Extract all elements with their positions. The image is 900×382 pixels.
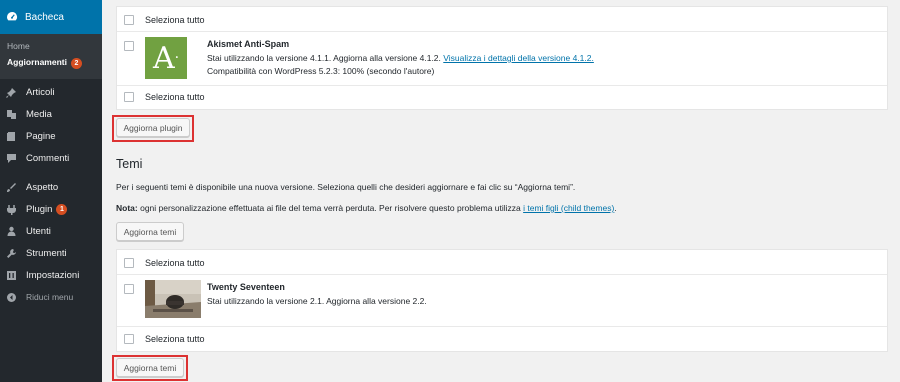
- users-icon: [6, 226, 17, 237]
- note-text: ogni personalizzazione effettuata ai fil…: [137, 203, 524, 213]
- theme-screenshot-thumbnail: [145, 280, 201, 318]
- themes-heading: Temi: [116, 157, 143, 171]
- sidebar-item-label: Articoli: [26, 86, 55, 98]
- note-end: .: [614, 203, 617, 213]
- table-footer-row: Seleziona tutto: [117, 86, 887, 109]
- theme-name: Twenty Seventeen: [207, 282, 285, 292]
- update-themes-button-top[interactable]: Aggiorna temi: [116, 222, 184, 241]
- highlight-box: [112, 115, 194, 142]
- sidebar-item-media[interactable]: Media: [0, 104, 102, 124]
- select-all-label: Seleziona tutto: [145, 258, 205, 268]
- plugin-icon: [6, 204, 17, 215]
- select-all-plugins-checkbox[interactable]: [124, 15, 134, 25]
- plugin-count-badge: 1: [56, 203, 68, 215]
- plugin-compat: Compatibilità con WordPress 5.2.3: 100% …: [207, 66, 435, 76]
- updates-count-badge: 2: [70, 58, 82, 69]
- dashboard-icon: [6, 11, 18, 23]
- sidebar-item-articoli[interactable]: Articoli: [0, 82, 102, 102]
- highlight-box: [112, 355, 188, 381]
- sidebar-item-aspetto[interactable]: Aspetto: [0, 177, 102, 197]
- table-header-row: Seleziona tutto: [117, 7, 887, 32]
- plugin-details-link[interactable]: Visualizza i dettagli della versione 4.1…: [443, 53, 594, 63]
- select-all-themes-checkbox-bottom[interactable]: [124, 334, 134, 344]
- sidebar-item-label: Utenti: [26, 225, 51, 237]
- pin-icon: [6, 87, 17, 98]
- plugin-name: Akismet Anti-Spam: [207, 39, 290, 49]
- select-all-label: Seleziona tutto: [145, 334, 205, 344]
- submenu-home[interactable]: Home: [0, 38, 102, 54]
- comments-icon: [6, 153, 17, 164]
- sidebar-item-label: Media: [26, 108, 52, 120]
- sidebar-item-plugin[interactable]: Plugin 1: [0, 199, 102, 219]
- select-all-themes-checkbox[interactable]: [124, 258, 134, 268]
- tools-icon: [6, 248, 17, 259]
- akismet-logo-icon: A ·: [145, 37, 187, 79]
- theme-version-text: Stai utilizzando la versione 2.1. Aggior…: [207, 296, 427, 306]
- sidebar-item-label: Impostazioni: [26, 269, 80, 281]
- theme-checkbox[interactable]: [124, 284, 134, 294]
- sidebar-item-label: Bacheca: [25, 11, 64, 23]
- settings-icon: [6, 270, 17, 281]
- sidebar-item-impostazioni[interactable]: Impostazioni: [0, 265, 102, 285]
- collapse-label: Riduci menu: [26, 292, 74, 302]
- themes-intro: Per i seguenti temi è disponibile una nu…: [116, 182, 576, 192]
- sidebar-item-label: Plugin: [26, 203, 53, 215]
- select-all-plugins-checkbox-bottom[interactable]: [124, 92, 134, 102]
- pages-icon: [6, 131, 17, 142]
- plugin-row-akismet: A · Akismet Anti-Spam Stai utilizzando la…: [117, 32, 887, 86]
- sidebar-item-pagine[interactable]: Pagine: [0, 126, 102, 146]
- table-footer-row: Seleziona tutto: [117, 327, 887, 351]
- sidebar-item-commenti[interactable]: Commenti: [0, 148, 102, 168]
- sidebar-item-utenti[interactable]: Utenti: [0, 221, 102, 241]
- sidebar-item-label: Commenti: [26, 152, 70, 164]
- table-header-row: Seleziona tutto: [117, 250, 887, 275]
- theme-row-twentyseventeen: Twenty Seventeen Stai utilizzando la ver…: [117, 275, 887, 327]
- submenu-updates[interactable]: Aggiornamenti 2: [0, 54, 102, 72]
- themes-note: Nota: ogni personalizzazione effettuata …: [116, 203, 617, 213]
- child-themes-link[interactable]: i temi figli (child themes): [523, 203, 614, 213]
- sidebar-item-label: Aspetto: [26, 181, 59, 193]
- dashboard-submenu: Home Aggiornamenti 2: [0, 34, 102, 79]
- themes-update-table: Seleziona tutto Twenty Seventeen Stai ut…: [116, 249, 888, 352]
- appearance-icon: [6, 182, 17, 193]
- plugin-checkbox[interactable]: [124, 41, 134, 51]
- sidebar-item-strumenti[interactable]: Strumenti: [0, 243, 102, 263]
- select-all-label: Seleziona tutto: [145, 92, 205, 102]
- sidebar-item-label: Strumenti: [26, 247, 67, 259]
- sidebar-item-label: Pagine: [26, 130, 56, 142]
- media-icon: [6, 109, 17, 120]
- plugin-version-text: Stai utilizzando la versione 4.1.1. Aggi…: [207, 53, 441, 63]
- submenu-updates-label: Aggiornamenti: [7, 57, 67, 67]
- plugin-description: Stai utilizzando la versione 4.1.1. Aggi…: [207, 53, 594, 63]
- collapse-icon: [6, 292, 17, 303]
- select-all-label: Seleziona tutto: [145, 15, 205, 25]
- sidebar-item-dashboard[interactable]: Bacheca: [0, 0, 102, 34]
- collapse-menu-button[interactable]: Riduci menu: [0, 287, 102, 307]
- plugins-update-table: Seleziona tutto A · Akismet Anti-Spam Sta…: [116, 6, 888, 110]
- admin-sidebar: Bacheca Home Aggiornamenti 2 Articoli Med…: [0, 0, 102, 382]
- note-label: Nota:: [116, 203, 138, 213]
